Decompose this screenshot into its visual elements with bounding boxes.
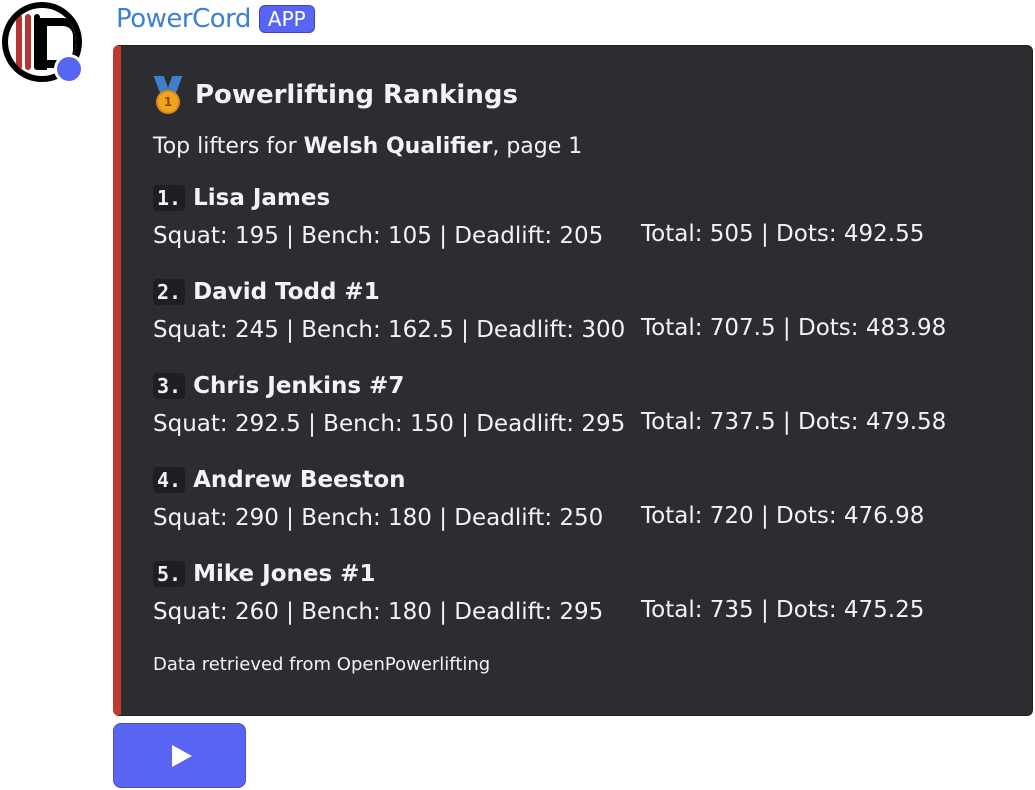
rank-number: 2.: [153, 279, 186, 305]
rank-number: 5.: [153, 561, 186, 587]
total-dots: Total: 737.5 | Dots: 479.58: [641, 409, 947, 435]
ranking-entry: 4. Andrew Beeston Squat: 290 | Bench: 18…: [153, 465, 924, 531]
ranking-entry: 3. Chris Jenkins #7 Squat: 292.5 | Bench…: [153, 371, 946, 437]
subtitle-suffix: , page 1: [492, 134, 583, 159]
gold-medal-icon: 1: [153, 76, 185, 114]
lifter-name: David Todd #1: [193, 279, 380, 305]
rank-number: 3.: [153, 373, 186, 399]
meet-name: Welsh Qualifier: [303, 134, 493, 159]
lift-stats: Squat: 195 | Bench: 105 | Deadlift: 205: [153, 223, 604, 249]
message-header: PowerCord APP: [116, 4, 315, 34]
lift-stats: Squat: 245 | Bench: 162.5 | Deadlift: 30…: [153, 317, 626, 343]
lift-stats: Squat: 290 | Bench: 180 | Deadlift: 250: [153, 505, 604, 531]
lifter-name: Lisa James: [193, 185, 331, 211]
embed-title: 1 Powerlifting Rankings: [153, 76, 518, 114]
bot-username[interactable]: PowerCord: [116, 4, 251, 34]
ranking-entry: 2. David Todd #1 Squat: 245 | Bench: 162…: [153, 277, 946, 343]
ranking-entry: 5. Mike Jones #1 Squat: 260 | Bench: 180…: [153, 559, 924, 625]
lifter-name: Mike Jones #1: [193, 561, 376, 587]
total-dots: Total: 707.5 | Dots: 483.98: [641, 315, 947, 341]
rank-number: 4.: [153, 467, 186, 493]
ranking-entry: 1. Lisa James Squat: 195 | Bench: 105 | …: [153, 183, 924, 249]
total-dots: Total: 735 | Dots: 475.25: [641, 597, 925, 623]
bot-avatar[interactable]: [2, 2, 84, 84]
lift-stats: Squat: 292.5 | Bench: 150 | Deadlift: 29…: [153, 411, 626, 437]
play-button[interactable]: [113, 723, 246, 788]
app-badge: APP: [258, 5, 315, 33]
discord-icon: [54, 54, 84, 84]
lifter-name: Chris Jenkins #7: [193, 373, 405, 399]
embed-footer: Data retrieved from OpenPowerlifting: [153, 654, 491, 675]
subtitle-prefix: Top lifters for: [153, 134, 304, 159]
embed-title-text: Powerlifting Rankings: [195, 80, 518, 110]
total-dots: Total: 505 | Dots: 492.55: [641, 221, 925, 247]
rank-number: 1.: [153, 185, 186, 211]
play-icon: [171, 744, 192, 767]
total-dots: Total: 720 | Dots: 476.98: [641, 503, 925, 529]
lifter-name: Andrew Beeston: [193, 467, 406, 493]
rankings-embed: 1 Powerlifting Rankings Top lifters for …: [113, 45, 1033, 716]
lift-stats: Squat: 260 | Bench: 180 | Deadlift: 295: [153, 599, 604, 625]
embed-description: Top lifters for Welsh Qualifier, page 1: [153, 134, 582, 159]
